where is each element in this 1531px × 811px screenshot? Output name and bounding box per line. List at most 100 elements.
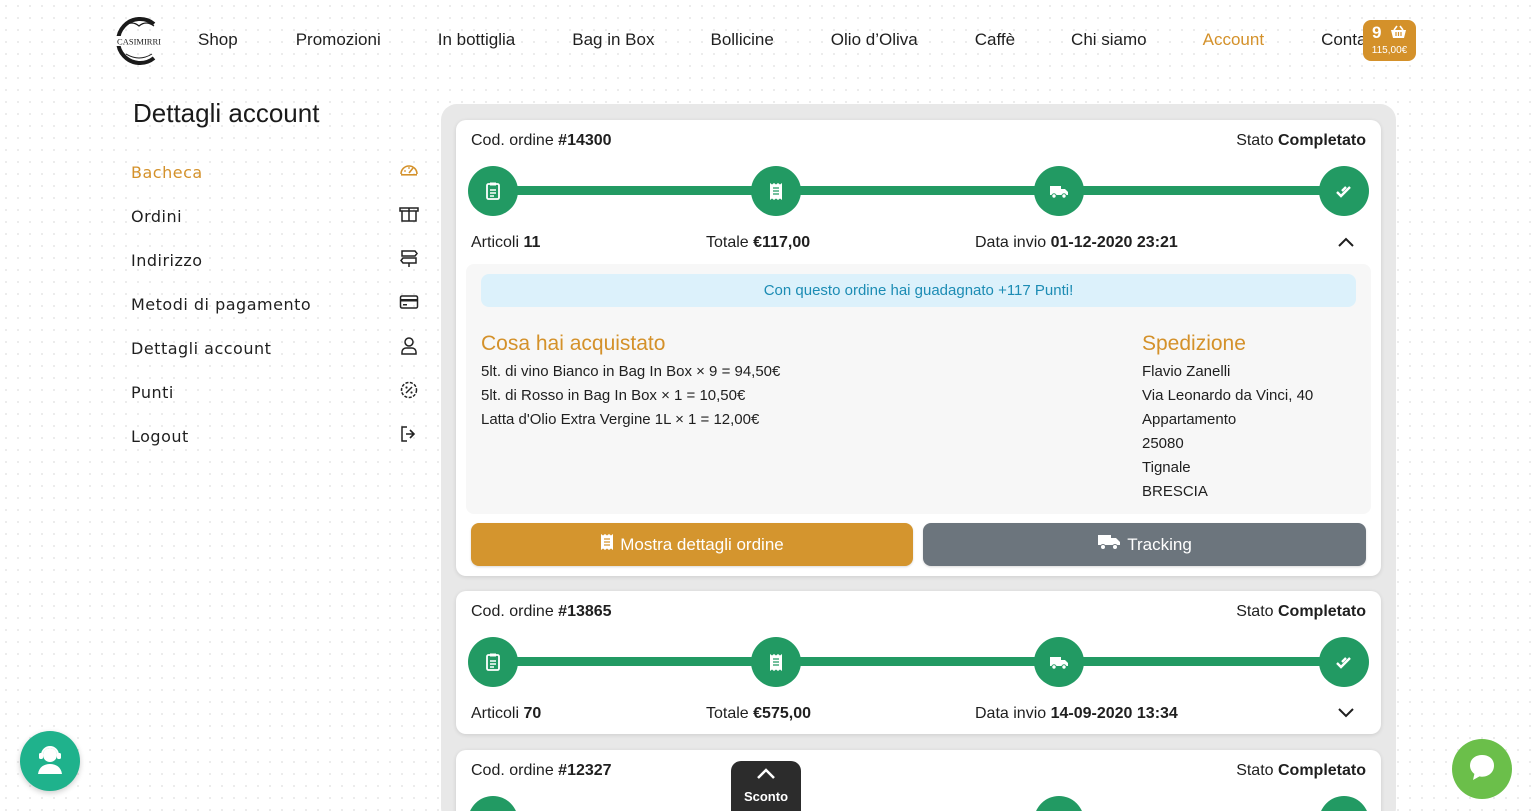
nav-promozioni[interactable]: Promozioni: [296, 30, 381, 50]
list-item: BRESCIA: [1142, 483, 1208, 500]
purchased-title: Cosa hai acquistato: [481, 332, 666, 355]
sidebar-item-ordini[interactable]: Ordini: [131, 194, 423, 238]
chevron-down-icon[interactable]: [1338, 705, 1354, 723]
points-banner: Con questo ordine hai guadagnato +117 Pu…: [481, 274, 1356, 307]
basket-icon: [1390, 25, 1407, 44]
cart-button[interactable]: 9 115,00€: [1363, 20, 1416, 61]
order-date: Data invio 01-12-2020 23:21: [975, 234, 1178, 251]
order-header: Cod. ordine #14300 Stato Completato: [471, 132, 1366, 150]
receipt-icon: [600, 533, 620, 556]
order-header: Cod. ordine #13865 Stato Completato: [471, 603, 1366, 621]
nav-shop[interactable]: Shop: [198, 30, 238, 50]
receipt-icon: [751, 637, 801, 687]
logout-icon: [399, 424, 419, 448]
clipboard-icon: [468, 796, 518, 811]
sidebar-item-label: Bacheca: [131, 162, 203, 182]
truck-icon: [1034, 166, 1084, 216]
support-agent-icon: [33, 742, 67, 781]
order-items-count: Articoli 70: [471, 705, 542, 722]
order-header: Cod. ordine #12327 Stato Completato: [471, 762, 1366, 780]
sidebar-item-label: Indirizzo: [131, 250, 203, 270]
cart-count: 9: [1372, 23, 1382, 42]
dashboard-icon: [399, 160, 419, 184]
order-total: Totale €575,00: [706, 705, 811, 722]
signpost-icon: [399, 248, 419, 272]
order-card: Cod. ordine #12327 Stato Completato: [456, 750, 1381, 811]
shipping-title: Spedizione: [1142, 332, 1246, 355]
clipboard-icon: [468, 637, 518, 687]
points-icon: [399, 380, 419, 404]
sconto-tab[interactable]: Sconto: [731, 761, 801, 811]
nav-bollicine[interactable]: Bollicine: [710, 30, 773, 50]
shipping-address: Flavio Zanelli Via Leonardo da Vinci, 40…: [1142, 360, 1313, 504]
sidebar-item-bacheca[interactable]: Bacheca: [131, 150, 423, 194]
order-total: Totale €117,00: [706, 234, 811, 251]
list-item: 5lt. di vino Bianco in Bag In Box × 9 = …: [481, 363, 781, 380]
sidebar-item-label: Logout: [131, 426, 189, 446]
truck-icon: [1097, 533, 1127, 556]
truck-icon: [1034, 796, 1084, 811]
double-check-icon: [1319, 166, 1369, 216]
sidebar-item-label: Dettagli account: [131, 338, 272, 358]
list-item: 5lt. di Rosso in Bag In Box × 1 = 10,50€: [481, 387, 746, 404]
order-code: Cod. ordine #14300: [471, 132, 612, 149]
sidebar-item-label: Punti: [131, 382, 174, 402]
truck-icon: [1034, 637, 1084, 687]
order-timeline: [468, 796, 1369, 811]
sidebar-item-dettagli-account[interactable]: Dettagli account: [131, 326, 423, 370]
list-item: Flavio Zanelli: [1142, 363, 1231, 380]
order-meta: Articoli 70 Totale €575,00 Data invio 14…: [471, 705, 1366, 725]
chevron-up-icon[interactable]: [1338, 234, 1354, 252]
order-status: Stato Completato: [1236, 132, 1366, 149]
list-item: Appartamento: [1142, 411, 1237, 428]
user-icon: [399, 336, 419, 360]
sidebar-item-logout[interactable]: Logout: [131, 414, 423, 458]
nav-olio-oliva[interactable]: Olio d’Oliva: [831, 30, 918, 50]
sidebar-item-punti[interactable]: Punti: [131, 370, 423, 414]
nav-bag-in-box[interactable]: Bag in Box: [572, 30, 654, 50]
clipboard-icon: [468, 166, 518, 216]
order-timeline: [468, 637, 1369, 687]
box-icon: [399, 204, 419, 228]
support-button[interactable]: [20, 731, 80, 791]
order-card: Cod. ordine #14300 Stato Completato Arti…: [456, 120, 1381, 576]
cart-total: 115,00€: [1371, 45, 1408, 56]
nav-caffe[interactable]: Caffè: [975, 30, 1015, 50]
account-menu: Bacheca Ordini Indirizzo Metodi di pagam…: [131, 150, 423, 458]
top-nav: CASIMIRRI Shop Promozioni In bottiglia B…: [0, 0, 1531, 82]
receipt-icon: [751, 166, 801, 216]
sidebar-item-indirizzo[interactable]: Indirizzo: [131, 238, 423, 282]
list-item: Tignale: [1142, 459, 1191, 476]
show-order-details-button[interactable]: Mostra dettagli ordine: [471, 523, 913, 566]
list-item: Latta d'Olio Extra Vergine 1L × 1 = 12,0…: [481, 411, 760, 428]
sidebar-item-metodi-pagamento[interactable]: Metodi di pagamento: [131, 282, 423, 326]
casimirri-logo[interactable]: CASIMIRRI: [110, 14, 168, 68]
order-detail: Con questo ordine hai guadagnato +117 Pu…: [466, 264, 1371, 514]
sidebar-title: Dettagli account: [133, 98, 320, 128]
order-items-count: Articoli 11: [471, 234, 541, 251]
order-meta: Articoli 11 Totale €117,00 Data invio 01…: [471, 234, 1366, 254]
sidebar-item-label: Metodi di pagamento: [131, 294, 312, 314]
chat-bubble-icon: [1467, 752, 1497, 787]
chevron-up-icon: [756, 767, 776, 785]
nav-chi-siamo[interactable]: Chi siamo: [1071, 30, 1147, 50]
order-card: Cod. ordine #13865 Stato Completato Arti…: [456, 591, 1381, 734]
order-timeline: [468, 166, 1369, 216]
list-item: 25080: [1142, 435, 1184, 452]
order-code: Cod. ordine #12327: [471, 762, 612, 779]
double-check-icon: [1319, 637, 1369, 687]
double-check-icon: [1319, 796, 1369, 811]
credit-card-icon: [399, 292, 419, 316]
nav-account[interactable]: Account: [1203, 30, 1264, 50]
order-status: Stato Completato: [1236, 762, 1366, 779]
chat-button[interactable]: [1452, 739, 1512, 799]
purchased-list: 5lt. di vino Bianco in Bag In Box × 9 = …: [481, 360, 780, 432]
tracking-button[interactable]: Tracking: [923, 523, 1366, 566]
svg-text:CASIMIRRI: CASIMIRRI: [117, 37, 161, 47]
order-code: Cod. ordine #13865: [471, 603, 612, 620]
nav-in-bottiglia[interactable]: In bottiglia: [438, 30, 516, 50]
sidebar-item-label: Ordini: [131, 206, 183, 226]
list-item: Via Leonardo da Vinci, 40: [1142, 387, 1314, 404]
order-status: Stato Completato: [1236, 603, 1366, 620]
sconto-label: Sconto: [743, 789, 789, 804]
